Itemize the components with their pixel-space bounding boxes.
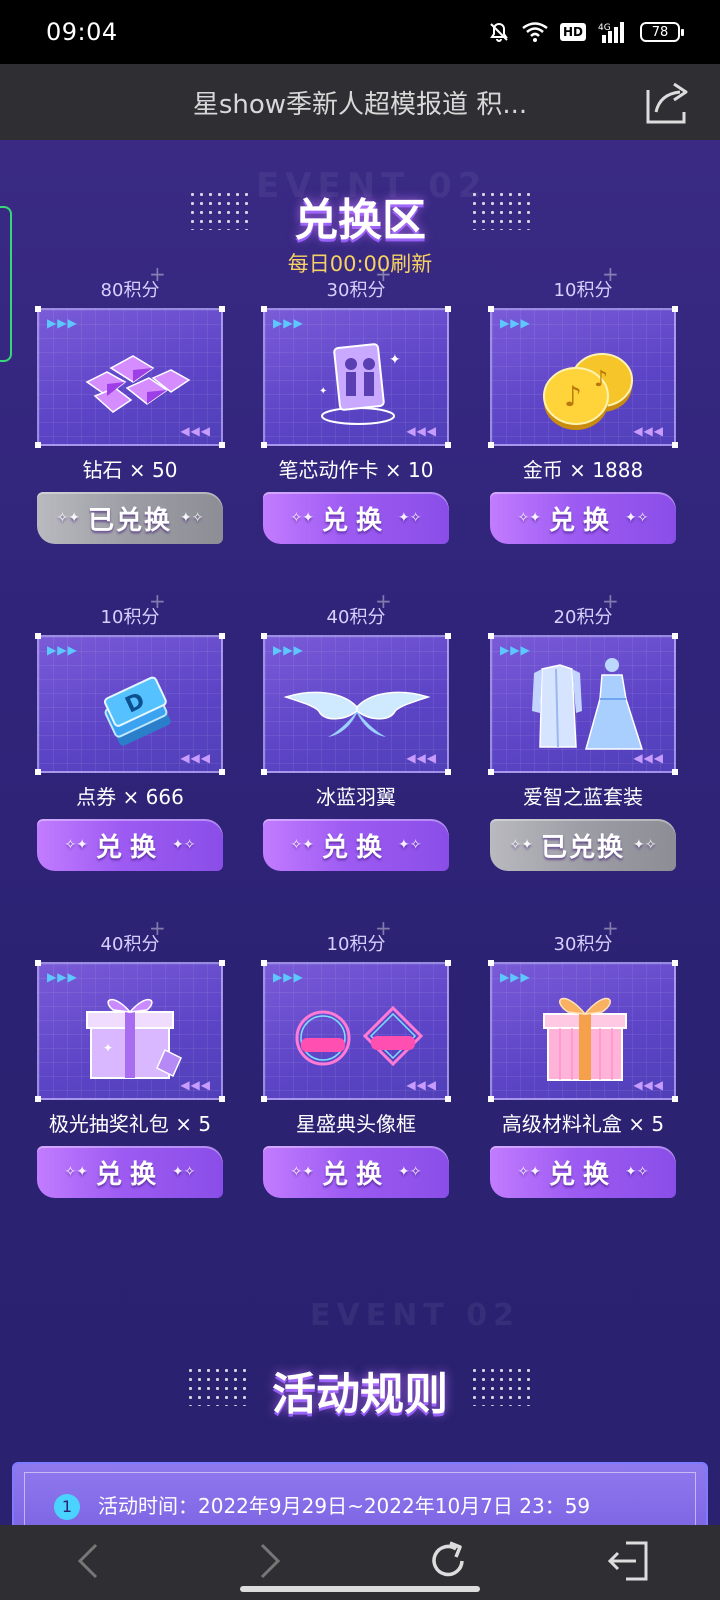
sparkle-icon: ✦✧: [180, 510, 204, 526]
svg-text:✦: ✦: [103, 1041, 113, 1055]
redeem-button[interactable]: ✧✦ 兑换 ✦✧: [263, 492, 449, 544]
avatar-frame-icon: [295, 1005, 424, 1067]
sparkle-icon: ✧✦: [290, 510, 314, 526]
mute-icon: [490, 22, 508, 42]
sparkle-icon: ✦✧: [633, 837, 657, 853]
item-name: 爱智之蓝套装: [523, 785, 643, 809]
sparkle-icon: ✧✦: [509, 837, 533, 853]
coin-icon: ♪ ♪: [543, 353, 633, 430]
gift-box-icon: [543, 997, 627, 1081]
item-cost: 40积分: [100, 934, 160, 955]
item-cost: 10积分: [553, 280, 613, 301]
item-cost: 20积分: [553, 607, 613, 628]
redeem-button[interactable]: ✧✦ 兑换 ✦✧: [263, 819, 449, 871]
item-frame: ▶▶▶ ◀◀◀: [488, 633, 678, 775]
item-frame: ▶▶▶ ◀◀◀ D: [35, 633, 225, 775]
item-name: 笔芯动作卡 × 10: [278, 458, 434, 482]
outfit-icon: [532, 658, 644, 750]
item-name: 冰蓝羽翼: [316, 785, 396, 809]
status-bar: 09:04 HD 4G 78: [0, 0, 720, 64]
sparkle-icon: ✧✦: [517, 510, 541, 526]
gift-pack-icon: ✦: [86, 999, 182, 1079]
back-icon[interactable]: [66, 1537, 114, 1585]
sparkle-icon: ✧✦: [56, 510, 80, 526]
redeem-button[interactable]: ✧✦ 兑换 ✦✧: [37, 819, 223, 871]
battery-icon: 78: [640, 22, 684, 42]
item-frame: ▶▶▶ ◀◀◀ ✦ ✦: [261, 306, 451, 448]
item-frame: ▶▶▶ ◀◀◀ ♪ ♪: [488, 306, 678, 448]
sparkle-icon: ✦✧: [172, 1164, 196, 1180]
rule-number-badge: 1: [54, 1494, 80, 1520]
item-frame: ▶▶▶ ◀◀◀: [261, 960, 451, 1102]
svg-text:✦: ✦: [319, 386, 327, 397]
sparkle-icon: ✧✦: [64, 837, 88, 853]
exit-icon[interactable]: [606, 1537, 654, 1585]
signal-icon: 4G: [598, 22, 624, 43]
item-cost: 10积分: [100, 607, 160, 628]
item-cost: 80积分: [100, 280, 160, 301]
home-indicator[interactable]: [240, 1586, 480, 1592]
diamond-icon: [85, 355, 191, 413]
sparkle-icon: ✦✧: [625, 510, 649, 526]
sparkle-icon: ✦✧: [398, 837, 422, 853]
item-name: 钻石 × 50: [82, 458, 178, 482]
item-frame: ▶▶▶ ◀◀◀: [488, 960, 678, 1102]
sparkle-icon: ✧✦: [290, 837, 314, 853]
voucher-icon: D: [103, 676, 171, 746]
rules-title: 活动规则: [272, 1369, 448, 1420]
item-name: 极光抽奖礼包 × 5: [48, 1112, 212, 1136]
item-frame: ▶▶▶ ◀◀◀ ✦: [35, 960, 225, 1102]
redeemed-button[interactable]: ✧✦ 已兑换 ✦✧: [37, 492, 223, 544]
title-bar: 星show季新人超模报道 积...: [0, 64, 720, 140]
item-name: 点券 × 666: [76, 785, 184, 809]
item-cost: 30积分: [326, 280, 386, 301]
event-watermark: EVENT 02: [310, 1298, 520, 1333]
status-icons: HD 4G 78: [488, 21, 684, 43]
exchange-title: 兑换区: [294, 195, 426, 246]
item-cost: 40积分: [326, 607, 386, 628]
redeem-button[interactable]: ✧✦ 兑换 ✦✧: [490, 1146, 676, 1198]
svg-text:♪: ♪: [564, 380, 582, 413]
item-name: 高级材料礼盒 × 5: [501, 1112, 665, 1136]
sparkle-icon: ✦✧: [398, 1164, 422, 1180]
refresh-icon[interactable]: [424, 1537, 472, 1585]
sparkle-icon: ✦✧: [172, 837, 196, 853]
item-frame: ▶▶▶ ◀◀◀: [261, 633, 451, 775]
redeem-button[interactable]: ✧✦ 兑换 ✦✧: [37, 1146, 223, 1198]
page-title: 星show季新人超模报道 积...: [192, 89, 528, 120]
svg-text:✦: ✦: [389, 352, 401, 368]
item-cost: 10积分: [326, 934, 386, 955]
share-icon[interactable]: [644, 80, 692, 126]
item-cost: 30积分: [553, 934, 613, 955]
sparkle-icon: ✦✧: [398, 510, 422, 526]
wings-icon: [283, 691, 431, 737]
redeem-button[interactable]: ✧✦ 兑换 ✦✧: [263, 1146, 449, 1198]
action-card-icon: ✦ ✦: [319, 343, 401, 425]
item-name: 金币 × 1888: [522, 458, 644, 482]
wifi-icon: [522, 22, 548, 42]
sparkle-icon: ✧✦: [64, 1164, 88, 1180]
rule-text: 活动时间：2022年9月29日~2022年10月7日 23：59: [98, 1494, 591, 1518]
forward-icon[interactable]: [244, 1537, 292, 1585]
sparkle-icon: ✧✦: [290, 1164, 314, 1180]
status-time: 09:04: [46, 18, 118, 46]
sparkle-icon: ✦✧: [625, 1164, 649, 1180]
item-frame: ▶▶▶ ◀◀◀: [35, 306, 225, 448]
redeem-button[interactable]: ✧✦ 兑换 ✦✧: [490, 492, 676, 544]
activity-page: EVENT 02 兑换区 每日00:00刷新 80积分 + ▶▶▶ ◀◀◀ 钻石…: [0, 140, 720, 1525]
sparkle-icon: ✧✦: [517, 1164, 541, 1180]
item-name: 星盛典头像框: [296, 1112, 416, 1136]
svg-text:♪: ♪: [594, 367, 608, 392]
redeemed-button[interactable]: ✧✦ 已兑换 ✦✧: [490, 819, 676, 871]
hd-icon: HD: [559, 23, 586, 41]
